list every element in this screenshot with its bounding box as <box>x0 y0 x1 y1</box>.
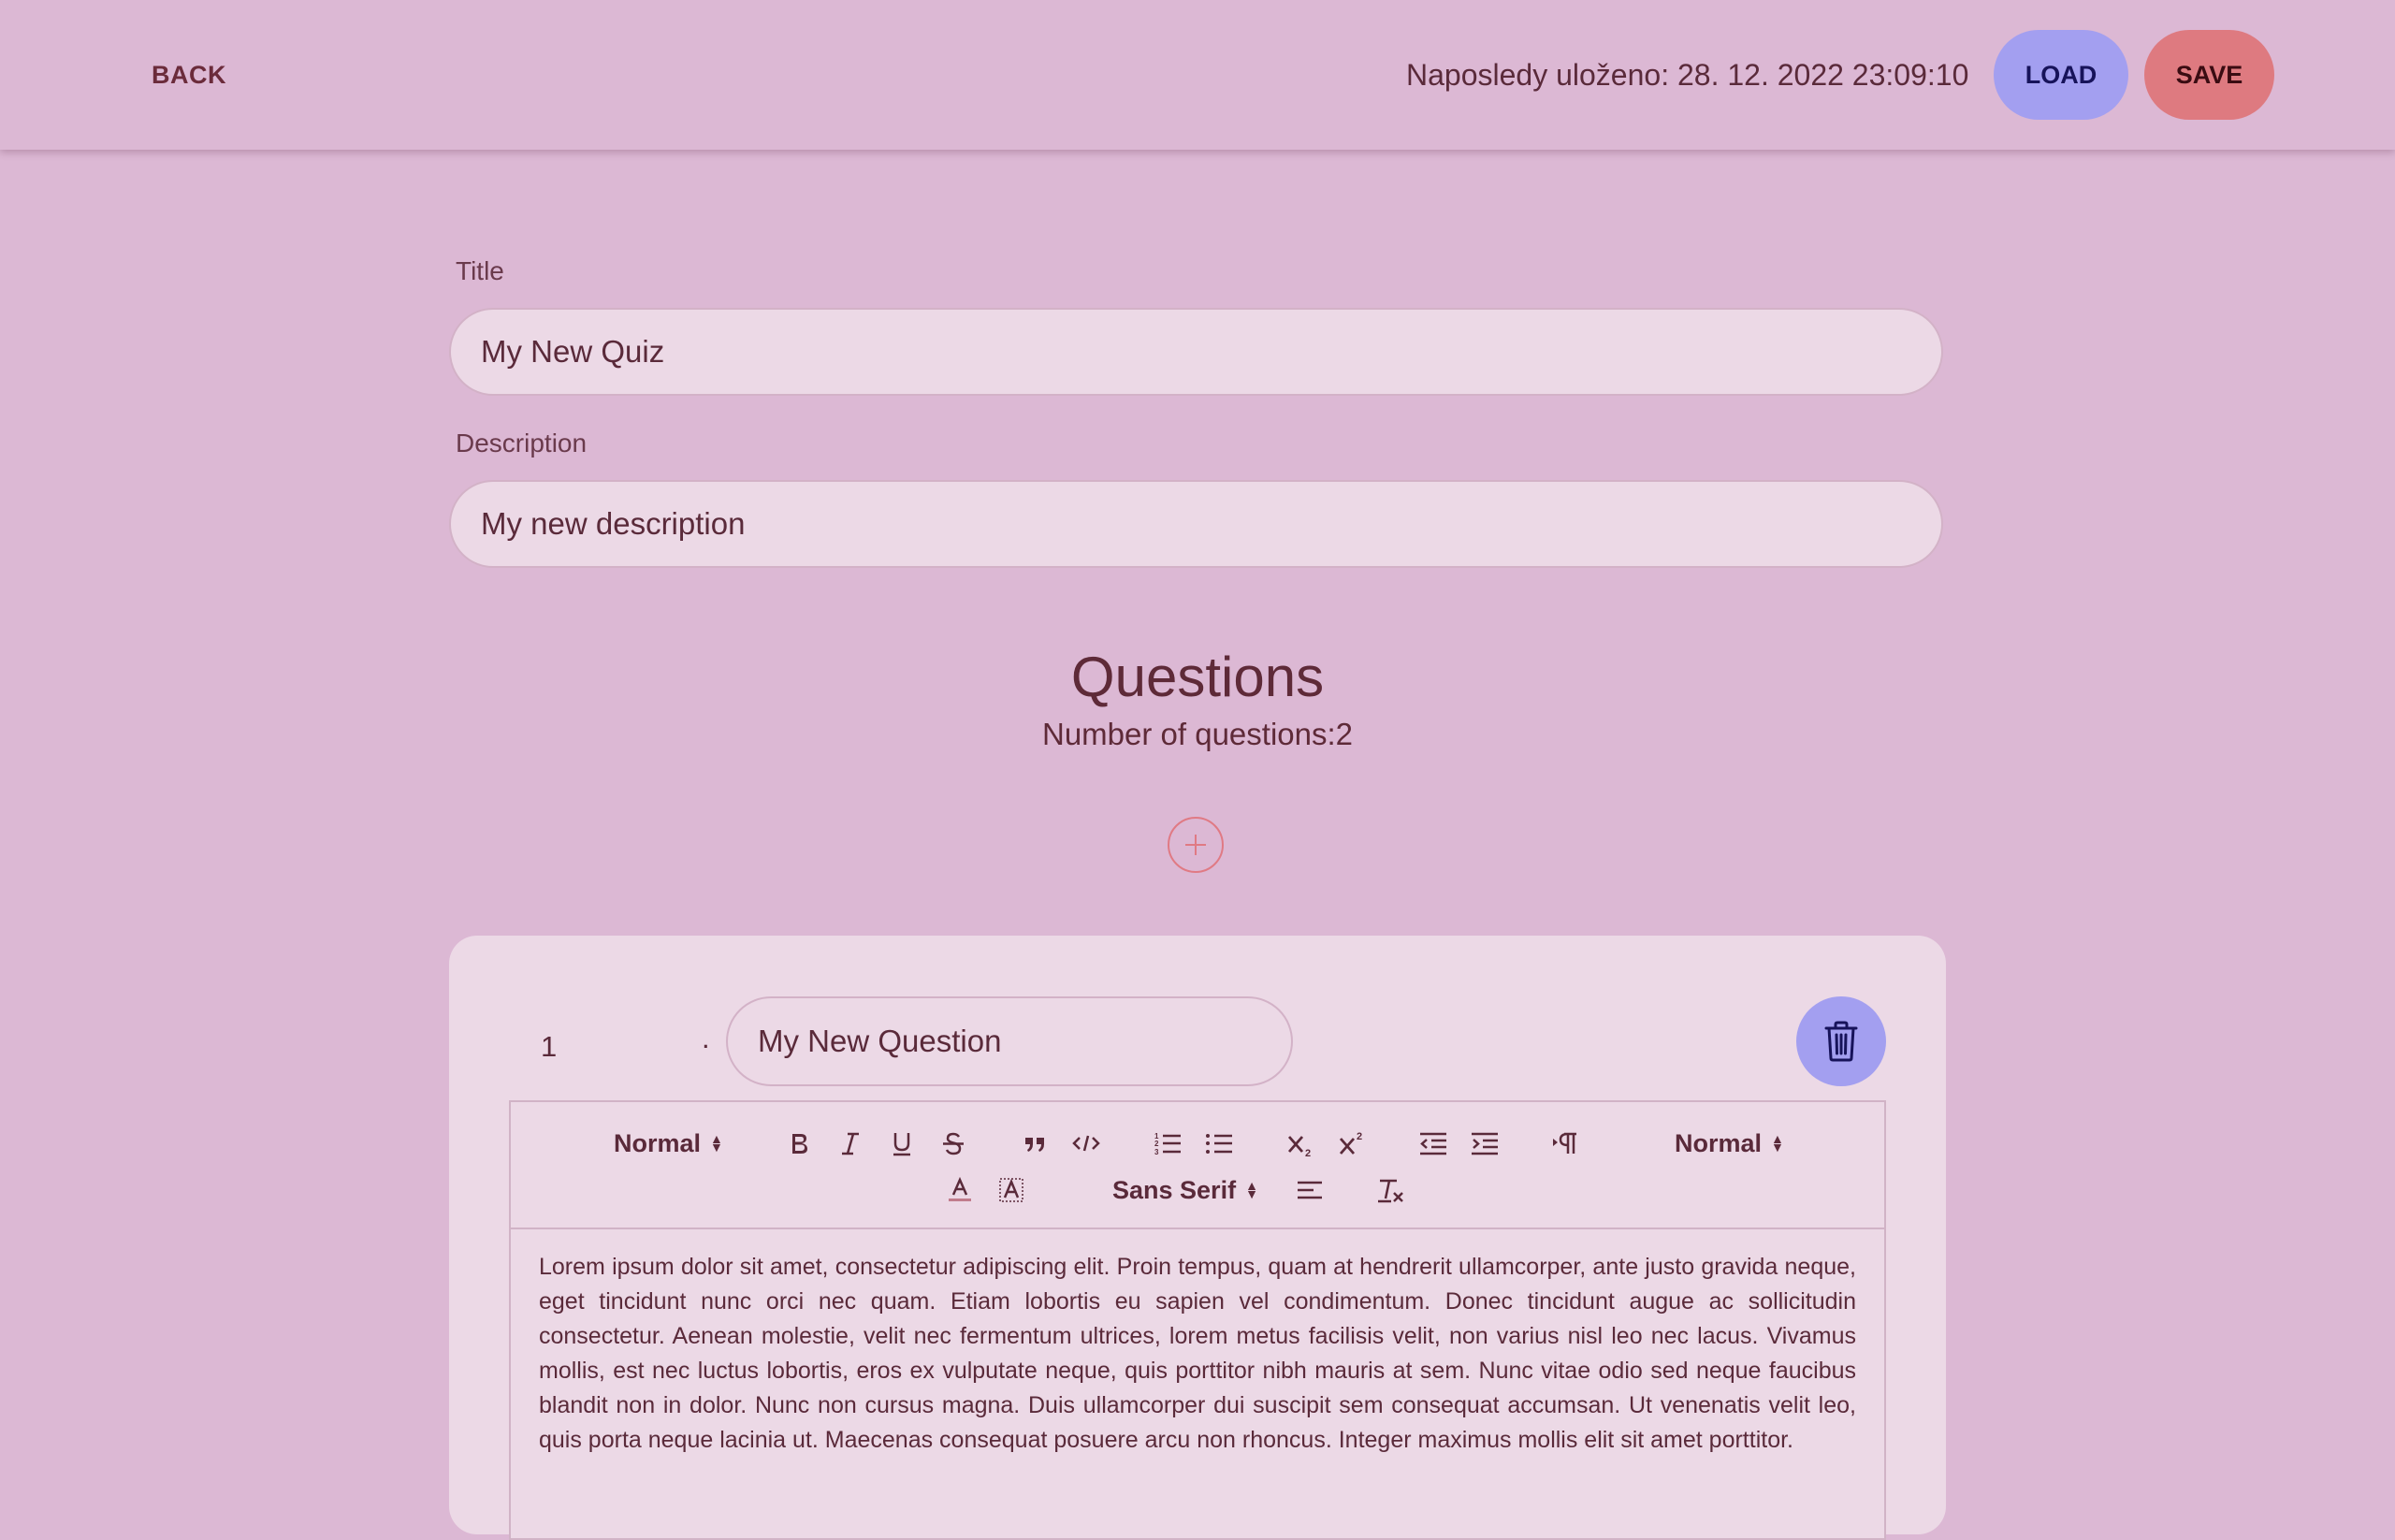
last-saved-status: Naposledy uloženo: 28. 12. 2022 23:09:10 <box>1406 57 1969 92</box>
header-select[interactable]: Normal ▲ ▼ <box>614 1125 723 1162</box>
size-select-label: Normal <box>1675 1128 1763 1157</box>
align-icon[interactable] <box>1291 1171 1328 1209</box>
background-color-icon[interactable] <box>993 1171 1030 1209</box>
question-title-input[interactable] <box>726 996 1293 1086</box>
questions-heading: Questions <box>1070 646 1325 708</box>
header-select-label: Normal <box>614 1128 702 1157</box>
select-arrows-icon: ▲ ▼ <box>1245 1178 1258 1201</box>
select-arrows-icon: ▲ ▼ <box>710 1131 723 1155</box>
italic-icon[interactable] <box>832 1125 869 1162</box>
question-number-input[interactable] <box>539 1025 702 1068</box>
add-question-button[interactable] <box>1168 817 1224 873</box>
superscript-icon[interactable]: 2 <box>1333 1125 1371 1162</box>
font-color-icon[interactable] <box>941 1171 979 1209</box>
select-arrows-icon: ▲ ▼ <box>1771 1131 1784 1155</box>
top-bar: BACK Naposledy uloženo: 28. 12. 2022 23:… <box>0 0 2395 150</box>
svg-text:2: 2 <box>1357 1131 1362 1142</box>
save-button[interactable]: SAVE <box>2144 30 2274 120</box>
underline-icon[interactable] <box>883 1125 921 1162</box>
text-direction-icon[interactable] <box>1547 1125 1585 1162</box>
blockquote-icon[interactable] <box>1016 1125 1053 1162</box>
outdent-icon[interactable] <box>1415 1125 1452 1162</box>
svg-text:2: 2 <box>1154 1140 1159 1148</box>
delete-question-button[interactable] <box>1796 996 1886 1086</box>
clear-format-icon[interactable] <box>1372 1171 1410 1209</box>
load-button[interactable]: LOAD <box>1994 30 2128 120</box>
plus-icon <box>1185 835 1206 855</box>
ordered-list-icon[interactable]: 123 <box>1149 1125 1186 1162</box>
bullet-list-icon[interactable] <box>1200 1125 1238 1162</box>
size-select[interactable]: Normal ▲ ▼ <box>1675 1125 1784 1162</box>
question-number-dot: . <box>702 1022 710 1054</box>
question-count: Number of questions:2 <box>1041 717 1353 751</box>
editor-toolbar: Normal ▲ ▼ 123 2 2 Normal ▲ ▼ Sans Serif… <box>511 1102 1884 1229</box>
svg-text:2: 2 <box>1305 1148 1311 1157</box>
font-select[interactable]: Sans Serif ▲ ▼ <box>1112 1171 1258 1209</box>
subscript-icon[interactable]: 2 <box>1282 1125 1319 1162</box>
title-label: Title <box>456 256 504 285</box>
strikethrough-icon[interactable] <box>935 1125 972 1162</box>
indent-icon[interactable] <box>1466 1125 1503 1162</box>
editor-content[interactable]: Lorem ipsum dolor sit amet, consectetur … <box>539 1250 1856 1458</box>
description-label: Description <box>456 429 588 458</box>
title-input[interactable] <box>449 308 1943 396</box>
font-select-label: Sans Serif <box>1112 1175 1237 1204</box>
description-input[interactable] <box>449 480 1943 568</box>
trash-icon <box>1824 1021 1858 1062</box>
back-button[interactable]: BACK <box>131 49 247 101</box>
question-card: . Normal ▲▼ <box>449 936 1946 1540</box>
svg-text:3: 3 <box>1154 1148 1159 1156</box>
rich-text-editor: Normal ▲ ▼ 123 2 2 Normal ▲ ▼ Sans Serif… <box>509 1100 1886 1540</box>
code-icon[interactable] <box>1067 1125 1105 1162</box>
bold-icon[interactable] <box>780 1125 818 1162</box>
